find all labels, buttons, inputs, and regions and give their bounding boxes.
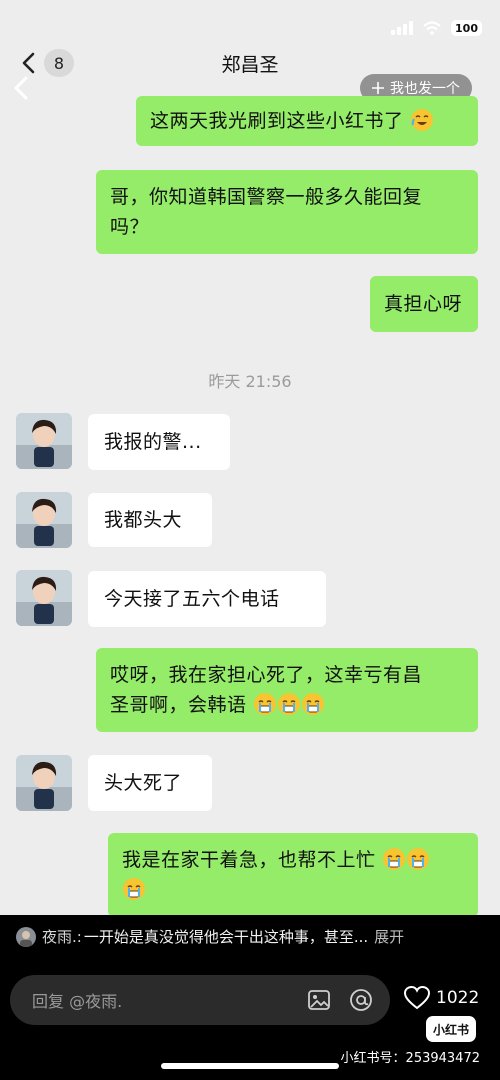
like-button[interactable]: 1022 (404, 986, 479, 1010)
message-text-line-2: 圣哥啊，会韩语 (110, 690, 464, 720)
overlay-back-icon[interactable] (10, 76, 32, 100)
top-comment[interactable]: 夜雨.: 一开始是真没觉得他会干出这种事，甚至... 展开 (16, 926, 486, 947)
message-bubble-sent: 这两天我光刷到这些小红书了 (136, 96, 478, 146)
xiaohongshu-id: 小红书号：253943472 (340, 1051, 480, 1066)
reply-placeholder: 回复 @夜雨. (32, 992, 123, 1011)
expand-link[interactable]: 展开 (374, 926, 404, 947)
wifi-icon (423, 21, 441, 35)
avatar[interactable] (16, 570, 72, 626)
status-icons: 100 (391, 20, 482, 36)
message-bubble-sent: 哥，你知道韩国警察一般多久能回复 吗？ (96, 170, 478, 254)
signal-icon (391, 21, 414, 35)
commenter-avatar (16, 926, 36, 947)
message-text-line: 我是在家干着急，也帮不上忙 (122, 849, 376, 871)
comment-author: 夜雨.: (42, 928, 82, 946)
avatar-image (16, 413, 72, 469)
crying-emoji (278, 693, 301, 715)
me-too-label: 我也发一个 (390, 81, 460, 97)
comment-text: 一开始是真没觉得他会干出这种事，甚至... (83, 928, 369, 946)
avatar[interactable] (16, 492, 72, 548)
plus-icon (372, 82, 384, 94)
message-text-line: 哎呀，我在家担心死了，这幸亏有昌 (110, 664, 423, 686)
laugh-cry-emoji (411, 109, 434, 131)
crying-emoji (407, 848, 430, 870)
home-indicator[interactable] (161, 1063, 339, 1069)
image-icon[interactable] (306, 987, 332, 1013)
crying-emoji (383, 848, 406, 870)
message-bubble-received: 我报的警... (88, 414, 230, 470)
message-text-line-1: 我是在家干着急，也帮不上忙 (122, 845, 464, 875)
avatar[interactable] (16, 755, 72, 811)
avatar[interactable] (16, 413, 72, 469)
message-bubble-received: 我都头大 (88, 493, 212, 547)
avatar-image (16, 755, 72, 811)
message-timestamp: 昨天 21:56 (208, 372, 292, 391)
message-bubble-sent: 真担心呀 (370, 276, 478, 332)
avatar-image (16, 492, 72, 548)
reply-input[interactable]: 回复 @夜雨. (10, 975, 390, 1025)
heart-icon (404, 986, 430, 1010)
status-bar: 100 (0, 0, 500, 40)
message-text-line: 圣哥啊，会韩语 (110, 694, 247, 716)
chat-title: 郑昌圣 (221, 54, 279, 76)
message-text: 我报的警... (104, 431, 202, 453)
message-text: 我都头大 (104, 509, 183, 531)
message-text-line: 吗？ (110, 216, 150, 238)
xiaohongshu-logo: 小红书 (426, 1016, 476, 1042)
message-bubble-sent: 我是在家干着急，也帮不上忙 (108, 833, 478, 917)
message-text-line: 哥，你知道韩国警察一般多久能回复 (110, 186, 423, 208)
message-text: 这两天我光刷到这些小红书了 (150, 110, 404, 132)
crying-emoji (123, 878, 145, 900)
message-text: 真担心呀 (384, 293, 463, 315)
avatar-image (16, 570, 72, 626)
crying-emoji (254, 693, 277, 715)
message-text: 今天接了五六个电话 (104, 588, 280, 610)
crying-emoji (302, 693, 325, 715)
message-bubble-sent: 哎呀，我在家担心死了，这幸亏有昌 圣哥啊，会韩语 (96, 648, 478, 732)
message-text-line-2 (122, 875, 464, 905)
battery-icon: 100 (451, 20, 482, 36)
message-text: 头大死了 (104, 772, 183, 794)
at-icon[interactable] (348, 987, 374, 1013)
like-count: 1022 (436, 988, 480, 1008)
message-bubble-received: 今天接了五六个电话 (88, 571, 326, 627)
message-bubble-received: 头大死了 (88, 755, 212, 811)
